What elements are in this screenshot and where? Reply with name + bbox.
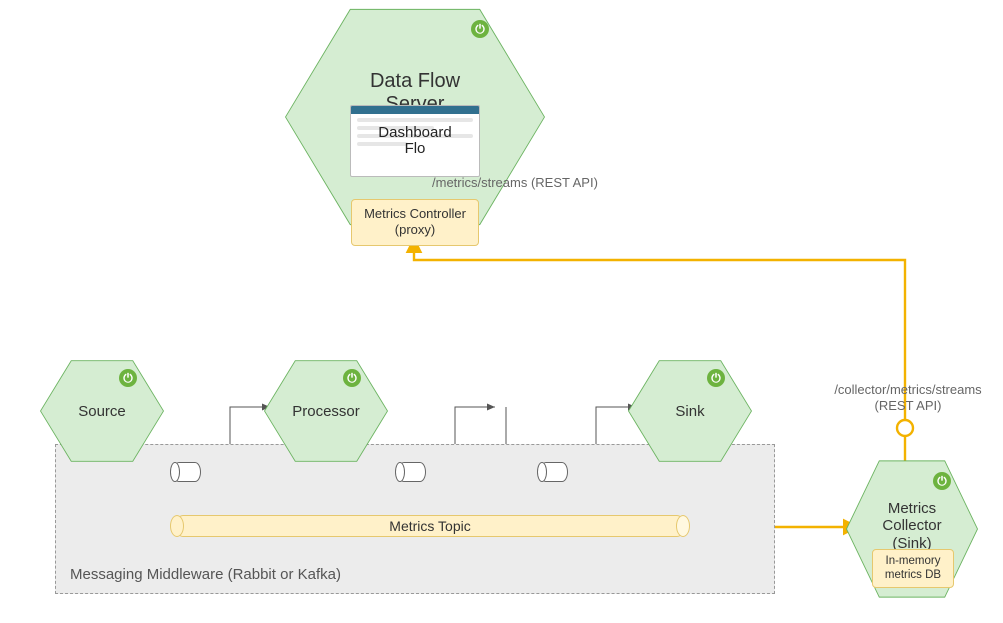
- metrics-collector-title: Metrics Collector (Sink): [882, 500, 941, 552]
- messaging-middleware-caption: Messaging Middleware (Rabbit or Kafka): [70, 566, 341, 583]
- in-memory-db-pill: In-memory metrics DB: [872, 549, 954, 588]
- metrics-topic-label: Metrics Topic: [389, 518, 470, 534]
- spring-icon: [471, 20, 489, 38]
- metrics-topic-cylinder: Metrics Topic: [175, 515, 685, 537]
- queue-icon: [398, 462, 426, 482]
- spring-icon: [119, 369, 137, 387]
- queue-icon: [540, 462, 568, 482]
- metrics-controller-pill: Metrics Controller (proxy): [351, 199, 479, 246]
- spring-icon: [707, 369, 725, 387]
- processor-label: Processor: [292, 403, 360, 420]
- source-label: Source: [78, 403, 126, 420]
- spring-icon: [933, 472, 951, 490]
- dashboard-thumbnail: Dashboard Flo: [350, 105, 480, 177]
- queue-icon: [173, 462, 201, 482]
- metrics-api-label: /metrics/streams (REST API): [432, 175, 652, 191]
- spring-icon: [343, 369, 361, 387]
- sink-label: Sink: [675, 403, 704, 420]
- collector-api-label: /collector/metrics/streams (REST API): [818, 382, 998, 413]
- dataflow-server-hex: Data Flow Server Dashboard Flo: [285, 2, 545, 232]
- dashboard-caption: Dashboard Flo: [351, 106, 479, 176]
